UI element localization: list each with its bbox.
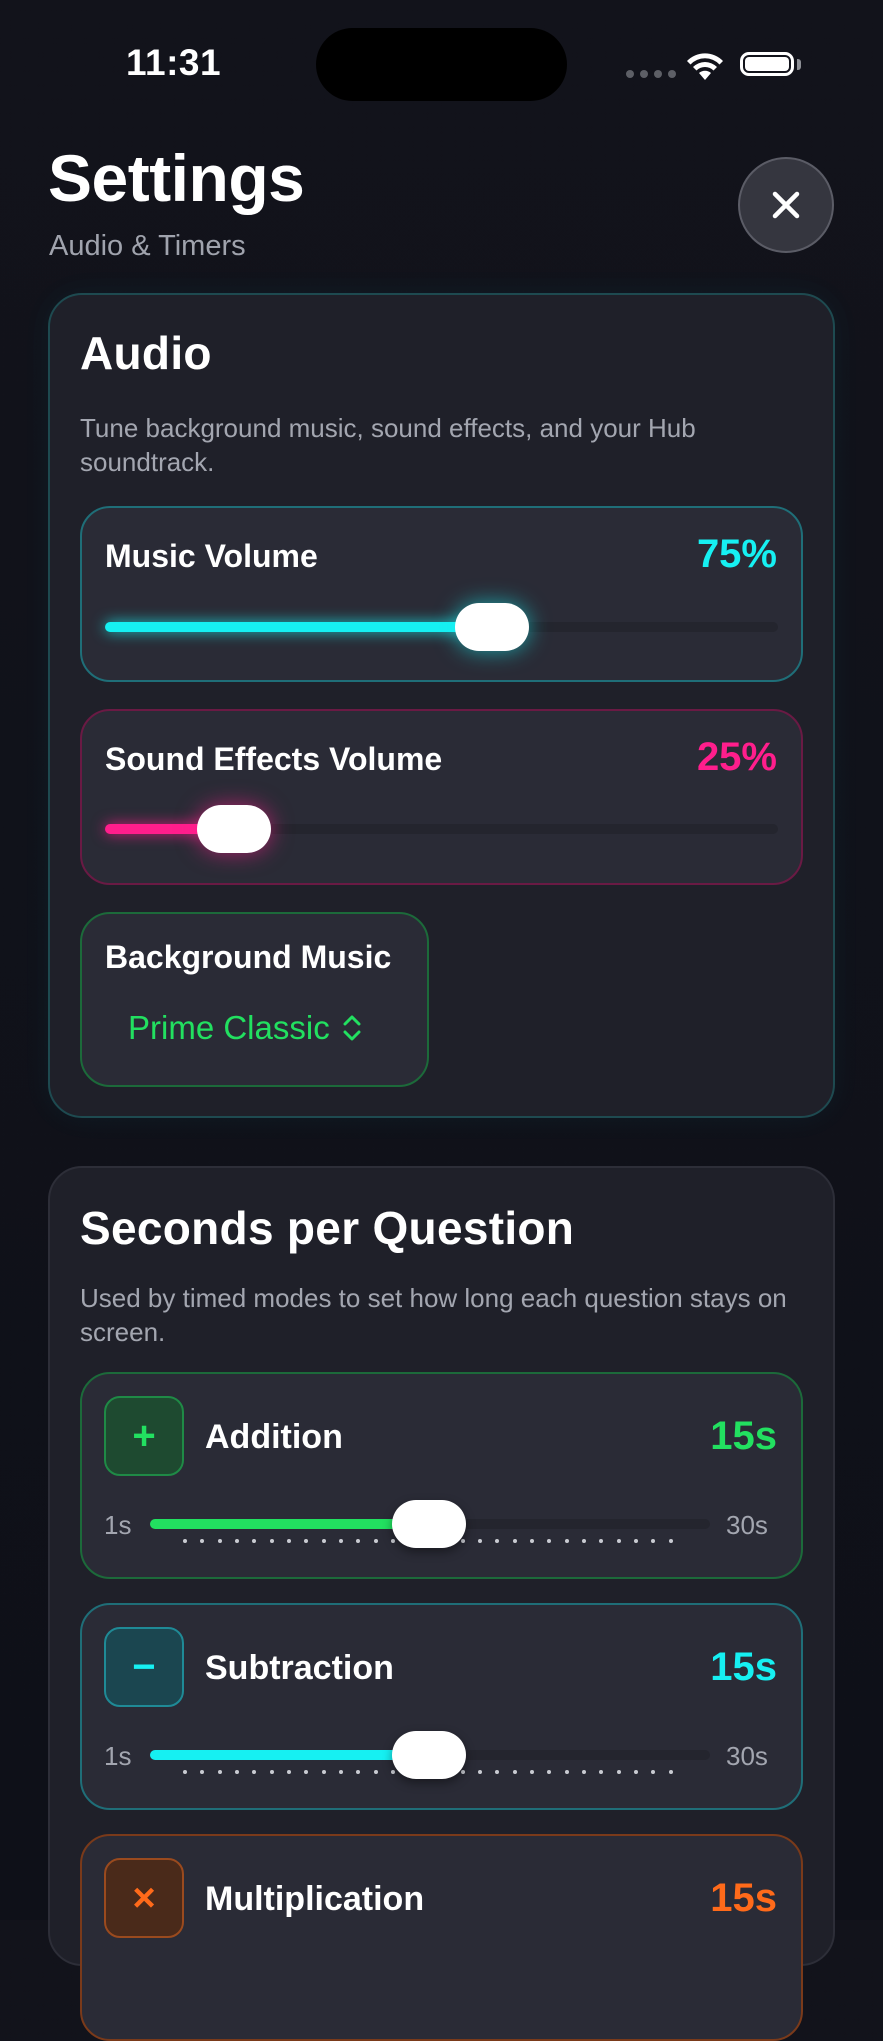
plus-icon: + xyxy=(104,1396,184,1476)
subtraction-value: 15s xyxy=(710,1645,777,1689)
music-volume-slider-fill xyxy=(105,622,492,632)
wifi-icon xyxy=(687,53,723,80)
music-volume-label: Music Volume xyxy=(105,538,318,574)
audio-title: Audio xyxy=(80,327,212,379)
audio-description: Tune background music, sound effects, an… xyxy=(80,413,696,477)
page-subtitle: Audio & Timers xyxy=(49,230,246,262)
addition-min-label: 1s xyxy=(104,1510,132,1540)
addition-label: Addition xyxy=(205,1418,343,1456)
times-icon: × xyxy=(104,1858,184,1938)
minus-icon: − xyxy=(104,1627,184,1707)
addition-value: 15s xyxy=(710,1414,777,1458)
addition-slider-thumb[interactable] xyxy=(392,1500,466,1548)
subtraction-min-label: 1s xyxy=(104,1741,132,1771)
battery-tip xyxy=(797,59,801,70)
subtraction-slider-fill xyxy=(150,1750,429,1760)
sfx-volume-slider-thumb[interactable] xyxy=(197,805,271,853)
battery-icon xyxy=(740,52,794,76)
subtraction-label: Subtraction xyxy=(205,1649,394,1687)
addition-slider-fill xyxy=(150,1519,429,1529)
seconds-title: Seconds per Question xyxy=(80,1202,575,1254)
sfx-volume-value: 25% xyxy=(696,735,777,779)
subtraction-slider-thumb[interactable] xyxy=(392,1731,466,1779)
multiplication-panel xyxy=(80,1834,803,2041)
close-icon xyxy=(772,191,800,219)
chevron-up-down-icon xyxy=(343,1015,361,1041)
background-music-selected: Prime Classic xyxy=(128,1009,330,1046)
addition-max-label: 30s xyxy=(726,1510,768,1540)
close-button[interactable] xyxy=(738,157,834,253)
seconds-description: Used by timed modes to set how long each… xyxy=(80,1283,787,1347)
cellular-signal-icon xyxy=(626,70,676,78)
background-music-picker[interactable]: Prime Classic xyxy=(128,1009,362,1047)
music-volume-slider-thumb[interactable] xyxy=(455,603,529,651)
dynamic-island xyxy=(316,28,567,101)
multiplication-label: Multiplication xyxy=(205,1880,425,1918)
page-title: Settings xyxy=(48,141,305,215)
sfx-volume-label: Sound Effects Volume xyxy=(105,741,443,777)
multiplication-value: 15s xyxy=(710,1876,777,1920)
subtraction-max-label: 30s xyxy=(726,1741,768,1771)
background-music-label: Background Music xyxy=(105,939,392,975)
music-volume-value: 75% xyxy=(696,532,777,576)
status-time: 11:31 xyxy=(126,42,222,83)
